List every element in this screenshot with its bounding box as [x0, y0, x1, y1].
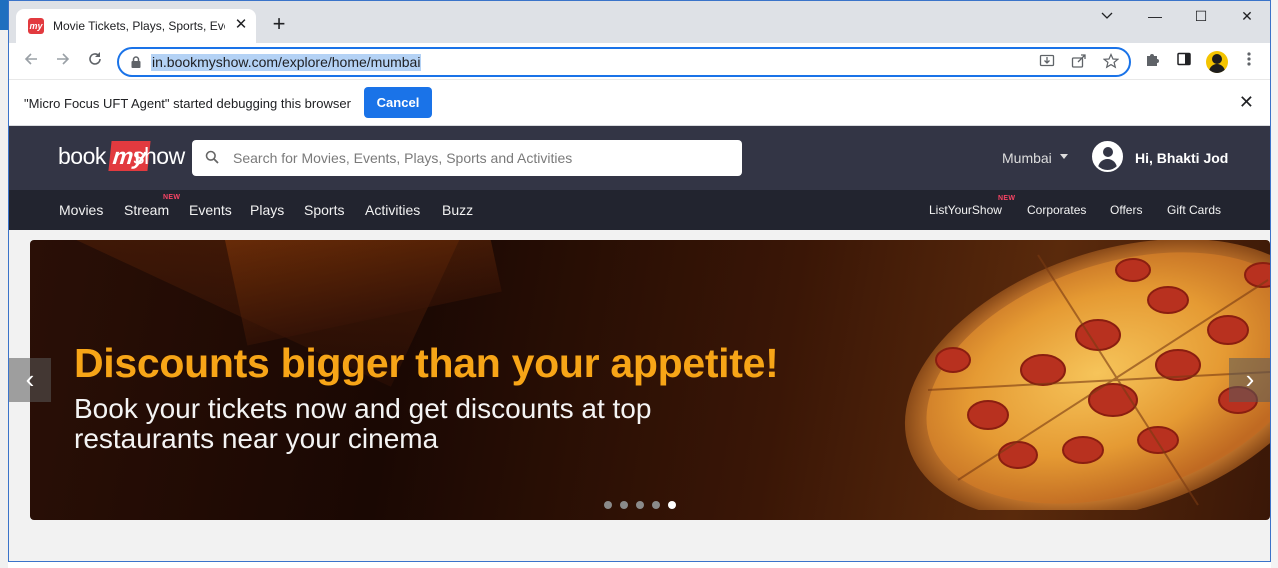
bookmark-star-icon[interactable] — [1101, 53, 1121, 73]
nav-listyourshow[interactable]: ListYourShow — [929, 203, 1002, 217]
install-app-icon[interactable] — [1037, 53, 1057, 73]
city-caret-icon[interactable] — [1060, 154, 1068, 159]
stream-new-badge: NEW — [163, 194, 181, 201]
debugging-infobar: "Micro Focus UFT Agent" started debuggin… — [9, 80, 1270, 126]
banner-headline: Discounts bigger than your appetite! — [74, 340, 779, 386]
site-header: book my show Search for Movies, Events, … — [9, 126, 1270, 190]
logo-part-book: book — [58, 143, 106, 169]
promo-banner[interactable]: Discounts bigger than your appetite! Boo… — [30, 240, 1270, 520]
carousel-dot-active[interactable] — [668, 501, 676, 509]
profile-avatar[interactable] — [1206, 51, 1228, 73]
desktop-left-edge — [0, 0, 8, 568]
nav-corporates[interactable]: Corporates — [1027, 203, 1086, 217]
new-tab-button[interactable]: + — [268, 13, 290, 36]
url-text[interactable]: in.bookmyshow.com/explore/home/mumbai — [151, 54, 422, 71]
infobar-message: "Micro Focus UFT Agent" started debuggin… — [24, 96, 351, 111]
nav-events[interactable]: Events — [189, 202, 232, 218]
nav-activities[interactable]: Activities — [365, 202, 420, 218]
user-greeting[interactable]: Hi, Bhakti Jod — [1135, 150, 1228, 166]
search-icon — [205, 150, 219, 164]
carousel-dot[interactable] — [652, 501, 660, 509]
banner-subtext-line-2: restaurants near your cinema — [74, 423, 439, 454]
site-search-input[interactable]: Search for Movies, Events, Plays, Sports… — [192, 140, 742, 176]
desktop: my Movie Tickets, Plays, Sports, Events … — [0, 0, 1278, 568]
taskbar-fragment — [0, 0, 8, 30]
carousel-dot[interactable] — [604, 501, 612, 509]
carousel-prev-button[interactable]: ‹ — [9, 358, 51, 402]
bookmyshow-favicon-icon: my — [28, 18, 44, 34]
maximize-button[interactable]: ☐ — [1178, 7, 1224, 27]
tab-active[interactable]: my Movie Tickets, Plays, Sports, Events … — [16, 9, 256, 43]
side-panel-icon[interactable] — [1173, 51, 1195, 73]
user-avatar-icon[interactable] — [1092, 141, 1123, 172]
site-nav: Movies Stream NEW Events Plays Sports Ac… — [9, 190, 1270, 230]
carousel-dot[interactable] — [620, 501, 628, 509]
share-icon[interactable] — [1069, 53, 1089, 73]
carousel-next-button[interactable]: › — [1229, 358, 1270, 402]
cancel-button[interactable]: Cancel — [364, 87, 432, 118]
banner-subtext-line-1: Book your tickets now and get discounts … — [74, 393, 652, 424]
more-menu-icon[interactable] — [1238, 51, 1260, 73]
logo-part-show: show — [133, 143, 185, 169]
tab-close-icon[interactable]: ✕ — [233, 17, 249, 33]
forward-button[interactable] — [53, 51, 73, 71]
tab-strip: my Movie Tickets, Plays, Sports, Events … — [9, 1, 1270, 43]
listyourshow-new-badge: NEW — [998, 195, 1016, 202]
extensions-puzzle-icon[interactable] — [1141, 51, 1163, 73]
desktop-right-edge — [1271, 0, 1278, 568]
search-placeholder: Search for Movies, Events, Plays, Sports… — [233, 150, 573, 166]
nav-gift-cards[interactable]: Gift Cards — [1167, 203, 1221, 217]
nav-plays[interactable]: Plays — [250, 202, 284, 218]
back-button[interactable] — [21, 51, 41, 71]
address-bar[interactable]: in.bookmyshow.com/explore/home/mumbai — [117, 47, 1131, 77]
nav-buzz[interactable]: Buzz — [442, 202, 473, 218]
nav-sports[interactable]: Sports — [304, 202, 344, 218]
nav-movies[interactable]: Movies — [59, 202, 103, 218]
city-selector[interactable]: Mumbai — [1002, 150, 1052, 166]
tab-title: Movie Tickets, Plays, Sports, Events & C… — [53, 19, 225, 33]
minimize-button[interactable]: — — [1132, 7, 1178, 27]
browser-window: my Movie Tickets, Plays, Sports, Events … — [8, 0, 1271, 562]
carousel-dot[interactable] — [636, 501, 644, 509]
nav-offers[interactable]: Offers — [1110, 203, 1142, 217]
pizza-image — [904, 240, 1270, 510]
chevron-down-icon[interactable] — [1084, 7, 1130, 27]
infobar-close-icon[interactable]: ✕ — [1239, 93, 1254, 111]
reload-button[interactable] — [85, 51, 105, 71]
browser-toolbar: in.bookmyshow.com/explore/home/mumbai — [9, 43, 1270, 80]
nav-stream[interactable]: Stream — [124, 202, 169, 218]
lock-icon[interactable] — [129, 55, 143, 69]
window-close-button[interactable]: ✕ — [1224, 7, 1270, 27]
